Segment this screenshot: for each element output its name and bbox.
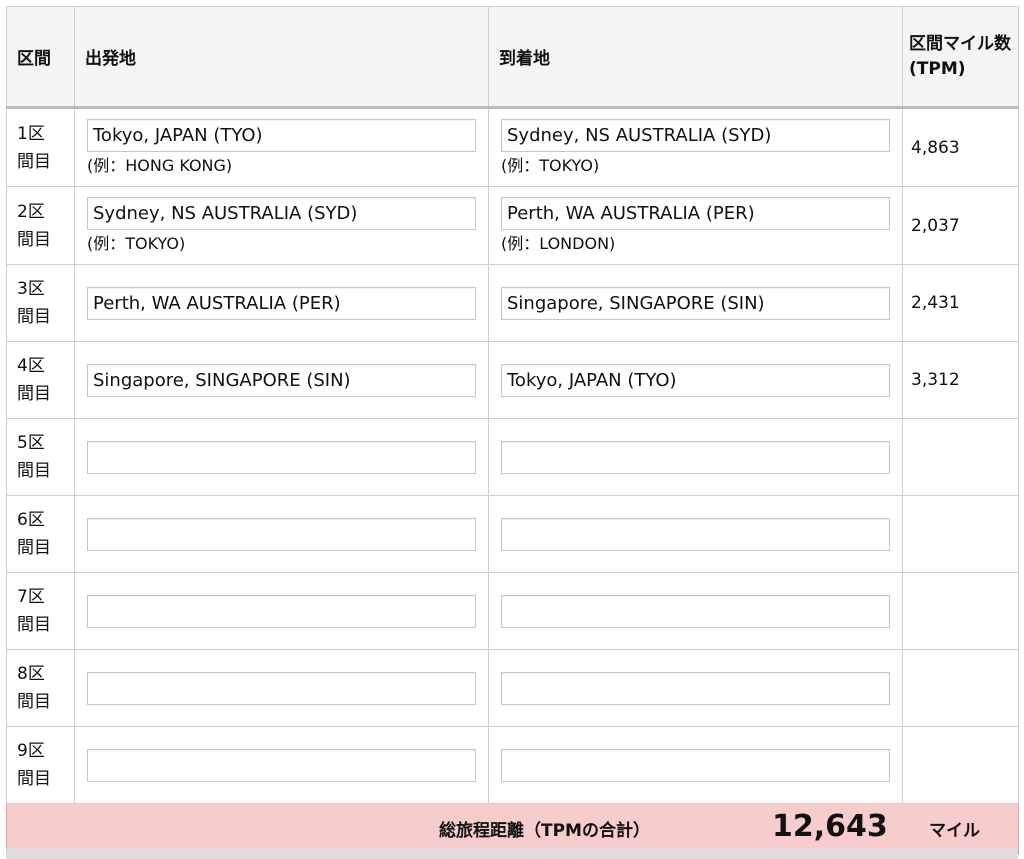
origin-input[interactable]: Sydney, NS AUSTRALIA (SYD) [87, 197, 476, 230]
segment-index: 1区 間目 [6, 107, 75, 187]
itinerary-table: 区間 出発地 到着地 区間マイル数(TPM) 1区 間目 Tokyo, JAPA… [6, 6, 1019, 855]
segment-miles: 3,312 [902, 341, 1019, 419]
destination-cell [488, 495, 903, 573]
origin-cell [74, 418, 489, 496]
table-row: 6区 間目 [6, 495, 1019, 573]
segment-index-suffix: 間目 [17, 461, 51, 481]
destination-input[interactable]: Singapore, SINGAPORE (SIN) [501, 286, 890, 320]
destination-cell: Tokyo, JAPAN (TYO) [488, 341, 903, 419]
table-row: 2区 間目 Sydney, NS AUSTRALIA (SYD) (例：TOKY… [6, 186, 1019, 265]
table-row: 3区 間目 Perth, WA AUSTRALIA (PER) Singapor… [6, 264, 1019, 342]
segment-index: 9区 間目 [6, 726, 75, 804]
segment-index-suffix: 間目 [17, 151, 51, 172]
origin-cell [74, 649, 489, 727]
segment-index: 6区 間目 [6, 495, 75, 573]
segment-miles: 2,431 [902, 264, 1019, 342]
origin-input[interactable] [87, 440, 476, 474]
segment-index: 8区 間目 [6, 649, 75, 727]
segment-index-suffix: 間目 [17, 692, 51, 712]
destination-input[interactable] [501, 748, 890, 782]
origin-cell [74, 726, 489, 804]
destination-cell [488, 418, 903, 496]
destination-cell [488, 649, 903, 727]
segment-miles: 2,037 [902, 186, 1019, 265]
origin-cell: Tokyo, JAPAN (TYO) (例：HONG KONG) [74, 107, 489, 187]
origin-input[interactable] [87, 594, 476, 628]
segment-index: 5区 間目 [6, 418, 75, 496]
segment-miles [902, 495, 1019, 573]
table-row: 1区 間目 Tokyo, JAPAN (TYO) (例：HONG KONG) S… [6, 107, 1019, 187]
destination-input[interactable] [501, 671, 890, 705]
header-miles: 区間マイル数(TPM) [902, 6, 1019, 108]
segment-index-suffix: 間目 [17, 229, 51, 250]
total-value: 12,643 [772, 809, 888, 844]
origin-cell: Singapore, SINGAPORE (SIN) [74, 341, 489, 419]
segment-miles: 4,863 [902, 107, 1019, 187]
segment-miles [902, 418, 1019, 496]
destination-example: (例：LONDON) [501, 234, 616, 253]
segment-index: 3区 間目 [6, 264, 75, 342]
table-row: 4区 間目 Singapore, SINGAPORE (SIN) Tokyo, … [6, 341, 1019, 419]
table-row: 9区 間目 [6, 726, 1019, 804]
segment-index-number: 2区 [17, 201, 45, 222]
segment-index-suffix: 間目 [17, 384, 51, 404]
header-origin: 出発地 [74, 6, 489, 108]
origin-example: (例：TOKYO) [87, 234, 186, 253]
table-row: 7区 間目 [6, 572, 1019, 650]
total-unit: マイル [929, 821, 980, 841]
header-miles-label: 区間マイル数(TPM) [909, 33, 1011, 79]
destination-input[interactable]: Sydney, NS AUSTRALIA (SYD) [501, 119, 890, 152]
itinerary-table-wrapper: 区間 出発地 到着地 区間マイル数(TPM) 1区 間目 Tokyo, JAPA… [6, 6, 1019, 855]
segment-index: 7区 間目 [6, 572, 75, 650]
segment-index-number: 9区 [17, 741, 45, 761]
segment-index: 4区 間目 [6, 341, 75, 419]
origin-input[interactable]: Singapore, SINGAPORE (SIN) [87, 363, 476, 397]
header-segment: 区間 [6, 6, 75, 108]
total-label: 総旅程距離（TPMの合計） [439, 821, 650, 841]
destination-cell: Sydney, NS AUSTRALIA (SYD) (例：TOKYO) [488, 107, 903, 187]
origin-input[interactable] [87, 671, 476, 705]
destination-input[interactable]: Perth, WA AUSTRALIA (PER) [501, 197, 890, 230]
segment-index-number: 3区 [17, 279, 45, 299]
origin-example: (例：HONG KONG) [87, 156, 233, 175]
destination-cell: Singapore, SINGAPORE (SIN) [488, 264, 903, 342]
origin-cell: Sydney, NS AUSTRALIA (SYD) (例：TOKYO) [74, 186, 489, 265]
table-row: 5区 間目 [6, 418, 1019, 496]
origin-cell [74, 572, 489, 650]
destination-cell: Perth, WA AUSTRALIA (PER) (例：LONDON) [488, 186, 903, 265]
segment-index-number: 7区 [17, 587, 45, 607]
destination-input[interactable]: Tokyo, JAPAN (TYO) [501, 363, 890, 397]
destination-input[interactable] [501, 517, 890, 551]
origin-input[interactable] [87, 517, 476, 551]
segment-index-number: 6区 [17, 510, 45, 530]
segment-miles [902, 726, 1019, 804]
segment-index-suffix: 間目 [17, 615, 51, 635]
segment-index-suffix: 間目 [17, 538, 51, 558]
destination-cell [488, 572, 903, 650]
segment-index: 2区 間目 [6, 186, 75, 265]
origin-cell [74, 495, 489, 573]
destination-input[interactable] [501, 440, 890, 474]
destination-example: (例：TOKYO) [501, 156, 600, 175]
destination-cell [488, 726, 903, 804]
table-row: 8区 間目 [6, 649, 1019, 727]
total-row: 総旅程距離（TPMの合計） 12,643 マイル [6, 803, 1019, 855]
total-cell: 総旅程距離（TPMの合計） 12,643 マイル [6, 803, 1019, 855]
segment-index-number: 8区 [17, 664, 45, 684]
segment-index-suffix: 間目 [17, 769, 51, 789]
footer-strip [6, 849, 1018, 859]
segment-index-suffix: 間目 [17, 307, 51, 327]
segment-index-number: 1区 [17, 123, 45, 144]
origin-input[interactable]: Perth, WA AUSTRALIA (PER) [87, 286, 476, 320]
origin-input[interactable]: Tokyo, JAPAN (TYO) [87, 119, 476, 152]
origin-cell: Perth, WA AUSTRALIA (PER) [74, 264, 489, 342]
segment-index-number: 5区 [17, 433, 45, 453]
segment-miles [902, 649, 1019, 727]
header-destination: 到着地 [488, 6, 903, 108]
segment-miles [902, 572, 1019, 650]
table-header-row: 区間 出発地 到着地 区間マイル数(TPM) [6, 6, 1019, 108]
origin-input[interactable] [87, 748, 476, 782]
segment-index-number: 4区 [17, 356, 45, 376]
destination-input[interactable] [501, 594, 890, 628]
